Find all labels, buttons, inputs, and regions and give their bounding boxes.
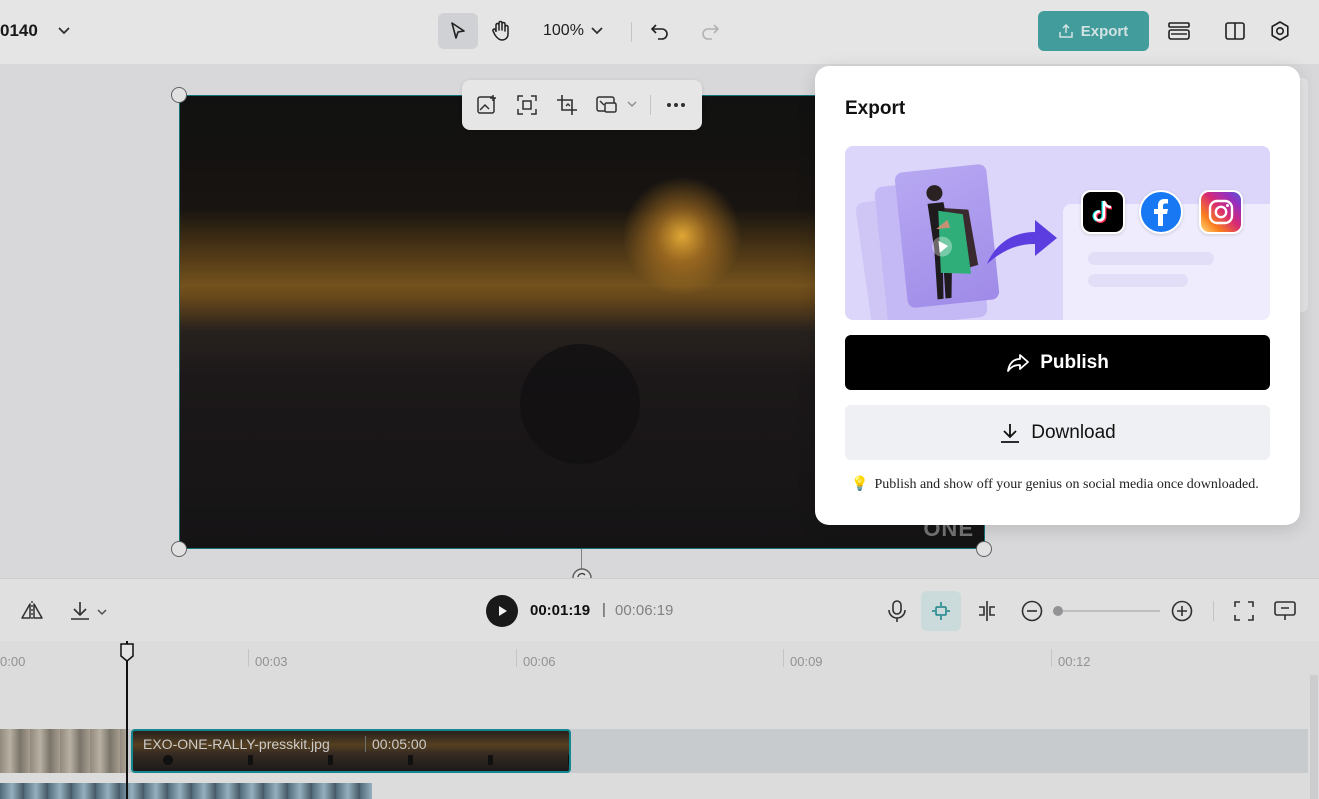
- panel-toggle-button[interactable]: [1220, 13, 1250, 49]
- play-icon: [499, 606, 507, 616]
- resize-handle-bottom-right[interactable]: [976, 541, 992, 557]
- more-icon[interactable]: [665, 94, 687, 116]
- timeline-clip[interactable]: [0, 729, 128, 773]
- export-button-label: Export: [1080, 22, 1129, 40]
- export-button[interactable]: Export: [1038, 11, 1149, 51]
- fullscreen-icon[interactable]: [1233, 600, 1255, 622]
- divider: [1213, 601, 1214, 621]
- rotate-icon[interactable]: [571, 566, 593, 578]
- zoom-in-icon[interactable]: [1170, 599, 1194, 623]
- microphone-icon[interactable]: [886, 599, 908, 623]
- clip-name: EXO-ONE-RALLY-presskit.jpg: [143, 736, 330, 752]
- magnet-snap-icon: [932, 602, 950, 620]
- ruler-label: 00:03: [255, 654, 288, 669]
- ruler-tick: [1051, 649, 1052, 667]
- play-button[interactable]: [486, 595, 518, 627]
- playhead[interactable]: [126, 641, 128, 799]
- share-icon: [1007, 353, 1030, 372]
- timeline-scrollbar[interactable]: [1310, 675, 1318, 799]
- project-name[interactable]: 0140: [0, 21, 38, 41]
- resize-handle-top-left[interactable]: [171, 87, 187, 103]
- flip-icon[interactable]: [20, 599, 44, 623]
- timeline-zoom-slider[interactable]: [1055, 610, 1160, 612]
- current-time: 00:01:19: [530, 602, 591, 619]
- player-controls: 00:01:19 | 00:06:19: [0, 578, 1319, 641]
- divider: [650, 95, 651, 115]
- divider: [631, 22, 632, 42]
- ruler-label: 00:06: [523, 654, 556, 669]
- split-icon[interactable]: [975, 599, 999, 623]
- export-tip: 💡 Publish and show off your genius on so…: [851, 476, 1259, 493]
- download-icon[interactable]: [68, 599, 92, 623]
- chevron-down-icon[interactable]: [96, 606, 108, 618]
- ruler-tick: [248, 649, 249, 667]
- lightbulb-icon: 💡: [851, 477, 869, 492]
- sidebar-layout-icon: [1225, 22, 1245, 40]
- download-button[interactable]: Download: [845, 405, 1270, 460]
- settings-button[interactable]: [1265, 13, 1295, 49]
- layers-icon: [1168, 22, 1190, 40]
- gear-icon: [1271, 21, 1289, 41]
- replace-image-icon[interactable]: [476, 94, 498, 116]
- download-icon: [1001, 423, 1020, 443]
- clip-duration: 00:05:00: [365, 736, 427, 752]
- auto-snap-button[interactable]: [921, 591, 961, 631]
- hand-icon: [492, 20, 509, 41]
- chevron-down-icon[interactable]: [626, 98, 638, 110]
- mask-icon[interactable]: [596, 94, 618, 116]
- ruler-label: 00:09: [790, 654, 823, 669]
- fit-frame-icon[interactable]: [516, 94, 538, 116]
- tip-text: Publish and show off your genius on soci…: [874, 476, 1259, 492]
- undo-button[interactable]: [645, 13, 675, 49]
- chevron-down-icon[interactable]: [590, 23, 604, 37]
- sun-glow: [622, 176, 742, 296]
- illustration-line: [1088, 252, 1214, 265]
- dark-orb: [520, 344, 640, 464]
- export-illustration: [845, 146, 1270, 320]
- ruler-label: 00:12: [1058, 654, 1091, 669]
- upload-icon: [1058, 24, 1073, 38]
- timeline-clip[interactable]: [0, 783, 372, 799]
- cursor-icon: [451, 22, 465, 39]
- select-tool-button[interactable]: [438, 13, 478, 49]
- tiktok-icon: [1081, 190, 1125, 234]
- resize-handle-bottom-left[interactable]: [171, 541, 187, 557]
- popover-title: Export: [845, 98, 906, 119]
- zoom-out-icon[interactable]: [1020, 599, 1044, 623]
- redo-button[interactable]: [695, 13, 725, 49]
- chevron-down-icon[interactable]: [56, 22, 72, 38]
- ruler-label: 0:00: [0, 654, 26, 669]
- zoom-level[interactable]: 100%: [543, 22, 584, 40]
- top-toolbar: 0140 100% Export: [0, 0, 1319, 64]
- crop-icon[interactable]: [556, 94, 578, 116]
- publish-button-label: Publish: [1040, 351, 1109, 373]
- clip-context-toolbar: [462, 80, 702, 130]
- redo-icon: [702, 24, 720, 40]
- ruler-tick: [516, 649, 517, 667]
- export-popover: Export Publish Download 💡 Publish and sh…: [815, 66, 1300, 525]
- total-duration: 00:06:19: [615, 602, 674, 619]
- ruler-tick: [783, 649, 784, 667]
- hand-tool-button[interactable]: [482, 13, 520, 49]
- timeline[interactable]: 0:00 00:03 00:06 00:09 00:12 EXO-ONE-RAL…: [0, 641, 1319, 799]
- clip-thumbnails: [133, 755, 569, 765]
- illustration-line: [1088, 274, 1188, 287]
- publish-button[interactable]: Publish: [845, 335, 1270, 390]
- instagram-icon: [1199, 190, 1243, 234]
- facebook-icon: [1139, 190, 1183, 234]
- layers-button[interactable]: [1164, 13, 1194, 49]
- time-separator: |: [602, 601, 606, 618]
- monitor-comment-icon[interactable]: [1273, 600, 1297, 622]
- download-button-label: Download: [1031, 421, 1116, 443]
- selected-timeline-clip[interactable]: EXO-ONE-RALLY-presskit.jpg 00:05:00: [131, 729, 571, 773]
- slider-knob[interactable]: [1053, 606, 1063, 616]
- share-arrow-icon: [987, 220, 1057, 264]
- playhead-handle[interactable]: [119, 642, 135, 662]
- undo-icon: [650, 24, 668, 40]
